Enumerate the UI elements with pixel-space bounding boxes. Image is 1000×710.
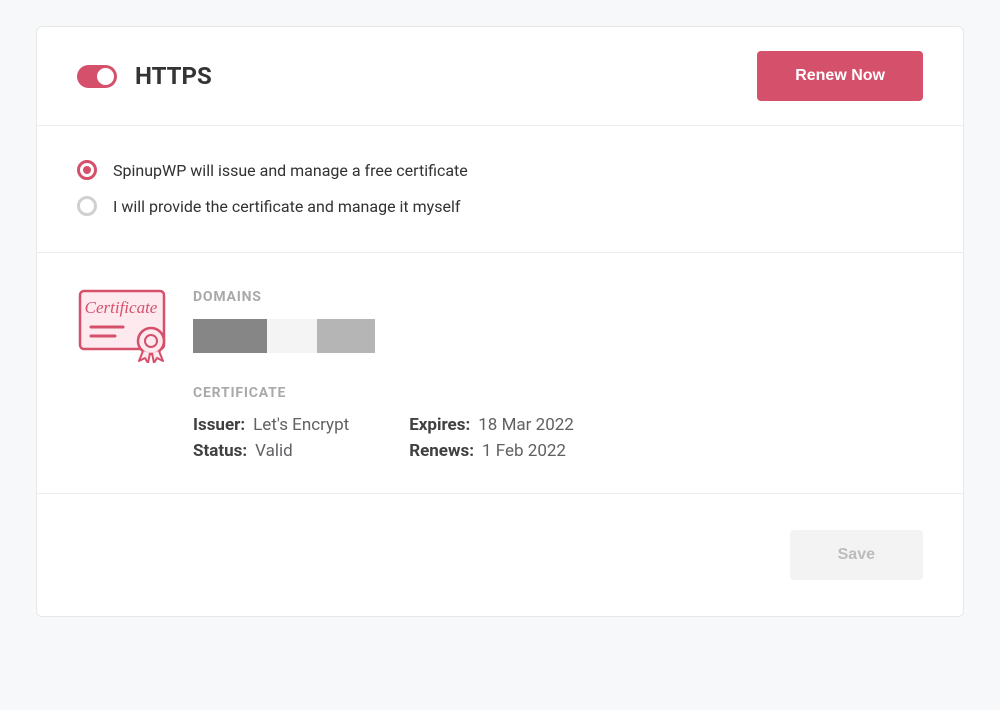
issuer-value: Let's Encrypt: [253, 415, 349, 435]
https-settings-card: HTTPS Renew Now SpinupWP will issue and …: [36, 26, 964, 617]
radio-icon: [77, 196, 97, 216]
radio-label: I will provide the certificate and manag…: [113, 197, 460, 216]
certificate-info: Issuer: Let's Encrypt Status: Valid Expi…: [193, 415, 923, 461]
page-title: HTTPS: [135, 62, 212, 90]
domain-redacted: [193, 319, 923, 353]
info-col-right: Expires: 18 Mar 2022 Renews: 1 Feb 2022: [409, 415, 574, 461]
status-value: Valid: [255, 441, 293, 461]
https-toggle[interactable]: [77, 65, 117, 88]
redacted-block: [193, 319, 267, 353]
card-header: HTTPS Renew Now: [37, 27, 963, 126]
toggle-knob: [97, 68, 114, 85]
svg-text:Certificate: Certificate: [85, 298, 158, 317]
redacted-block: [267, 319, 317, 353]
status-row: Status: Valid: [193, 441, 349, 461]
redacted-block: [317, 319, 375, 353]
certificate-label: CERTIFICATE: [193, 385, 923, 401]
expires-label: Expires:: [409, 415, 470, 435]
details-content: DOMAINS CERTIFICATE Issuer: Let's Encryp…: [193, 289, 923, 461]
option-spinup-managed[interactable]: SpinupWP will issue and manage a free ce…: [77, 160, 923, 180]
issuer-row: Issuer: Let's Encrypt: [193, 415, 349, 435]
issuer-label: Issuer:: [193, 415, 245, 435]
expires-value: 18 Mar 2022: [478, 415, 574, 435]
certificate-options: SpinupWP will issue and manage a free ce…: [37, 126, 963, 253]
expires-row: Expires: 18 Mar 2022: [409, 415, 574, 435]
option-self-managed[interactable]: I will provide the certificate and manag…: [77, 196, 923, 216]
renews-row: Renews: 1 Feb 2022: [409, 441, 574, 461]
domains-label: DOMAINS: [193, 289, 923, 305]
renews-label: Renews:: [409, 441, 474, 461]
renew-now-button[interactable]: Renew Now: [757, 51, 923, 101]
radio-icon: [77, 160, 97, 180]
certificate-details: Certificate DOMAINS CERTIFICATE Issue: [37, 253, 963, 493]
card-footer: Save: [37, 493, 963, 616]
certificate-icon: Certificate: [77, 283, 175, 461]
renews-value: 1 Feb 2022: [482, 441, 566, 461]
radio-label: SpinupWP will issue and manage a free ce…: [113, 161, 468, 180]
header-left: HTTPS: [77, 62, 212, 90]
save-button[interactable]: Save: [790, 530, 923, 580]
info-col-left: Issuer: Let's Encrypt Status: Valid: [193, 415, 349, 461]
status-label: Status:: [193, 441, 247, 461]
